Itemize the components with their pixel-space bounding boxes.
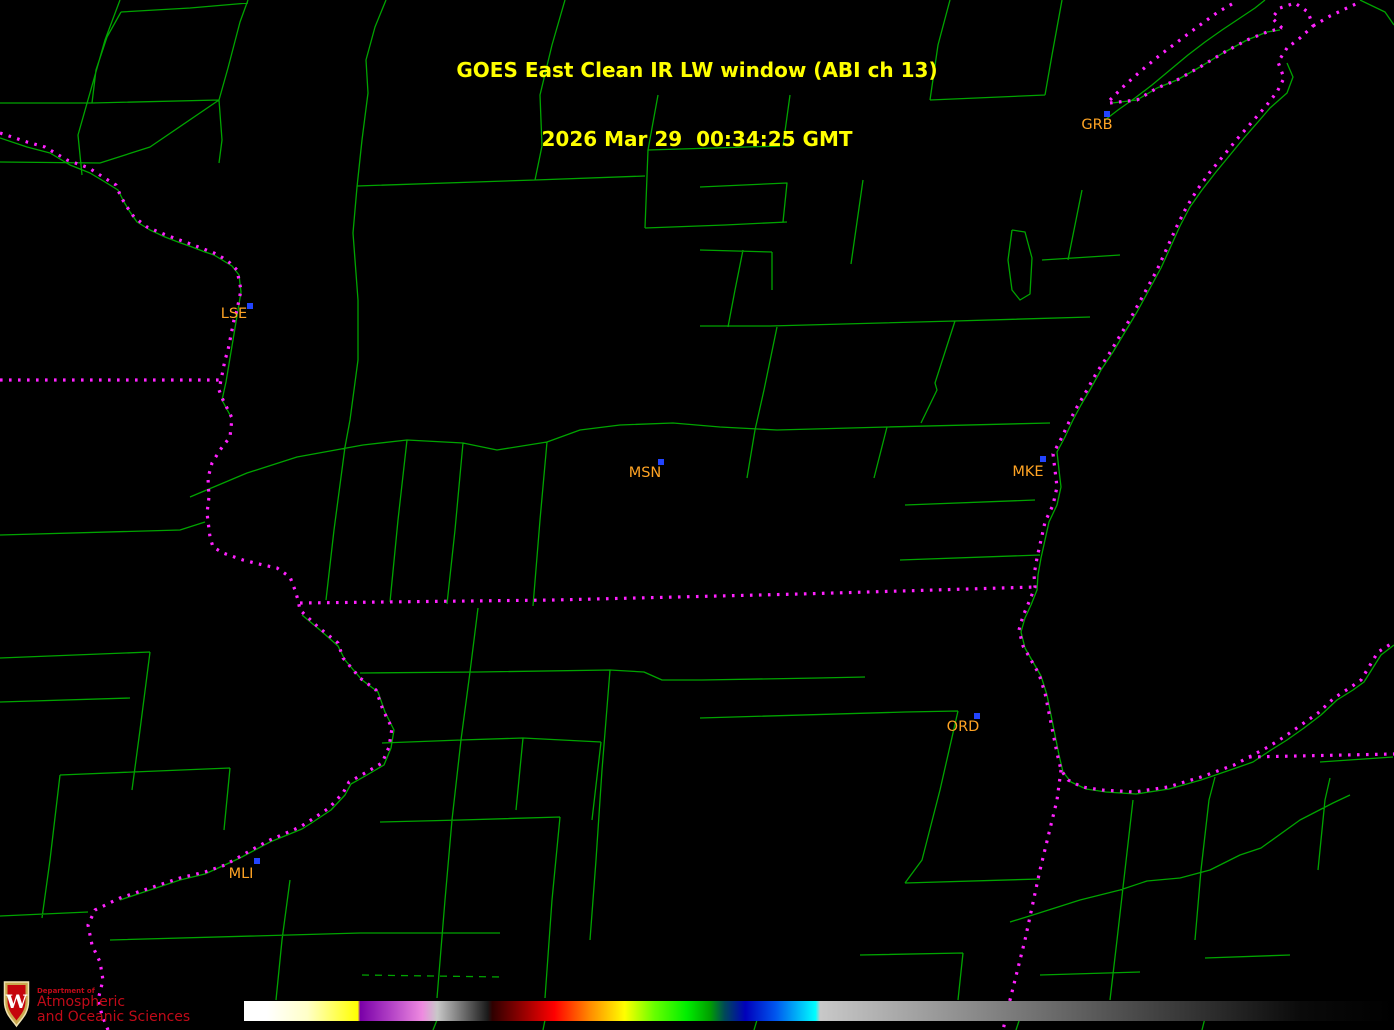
station-dot-MSN	[658, 459, 664, 465]
station-label-MKE: MKE	[1012, 464, 1044, 480]
station-dot-MLI	[254, 858, 260, 864]
logo-text: Department of Atmospheric and Oceanic Sc…	[37, 987, 190, 1025]
logo-name-line2: and Oceanic Sciences	[37, 1009, 191, 1025]
image-title: GOES East Clean IR LW window (ABI ch 13)…	[0, 13, 1394, 197]
station-label-MLI: MLI	[228, 866, 254, 882]
image-title-line2: 2026 Mar 29 00:34:25 GMT	[541, 127, 853, 151]
station-label-ORD: ORD	[946, 719, 980, 735]
station-label-LSE: LSE	[220, 306, 248, 322]
station-label-MSN: MSN	[628, 465, 662, 481]
logo-name-line1: Atmospheric	[37, 994, 126, 1010]
image-title-line1: GOES East Clean IR LW window (ABI ch 13)	[456, 58, 938, 82]
station-dot-GRB	[1104, 111, 1110, 117]
station-dot-MKE	[1040, 456, 1046, 462]
satellite-image-viewport: GOES East Clean IR LW window (ABI ch 13)…	[0, 0, 1394, 1030]
uw-crest-icon: W	[3, 981, 30, 1028]
uw-aos-logo: W Department of Atmospheric and Oceanic …	[3, 980, 190, 1028]
station-dot-ORD	[974, 713, 980, 719]
dashed-county-line	[361, 974, 504, 978]
station-dot-LSE	[247, 303, 253, 309]
station-label-GRB: GRB	[1081, 117, 1113, 133]
ir-temperature-colorbar	[244, 1001, 1394, 1021]
svg-text:W: W	[5, 991, 28, 1013]
